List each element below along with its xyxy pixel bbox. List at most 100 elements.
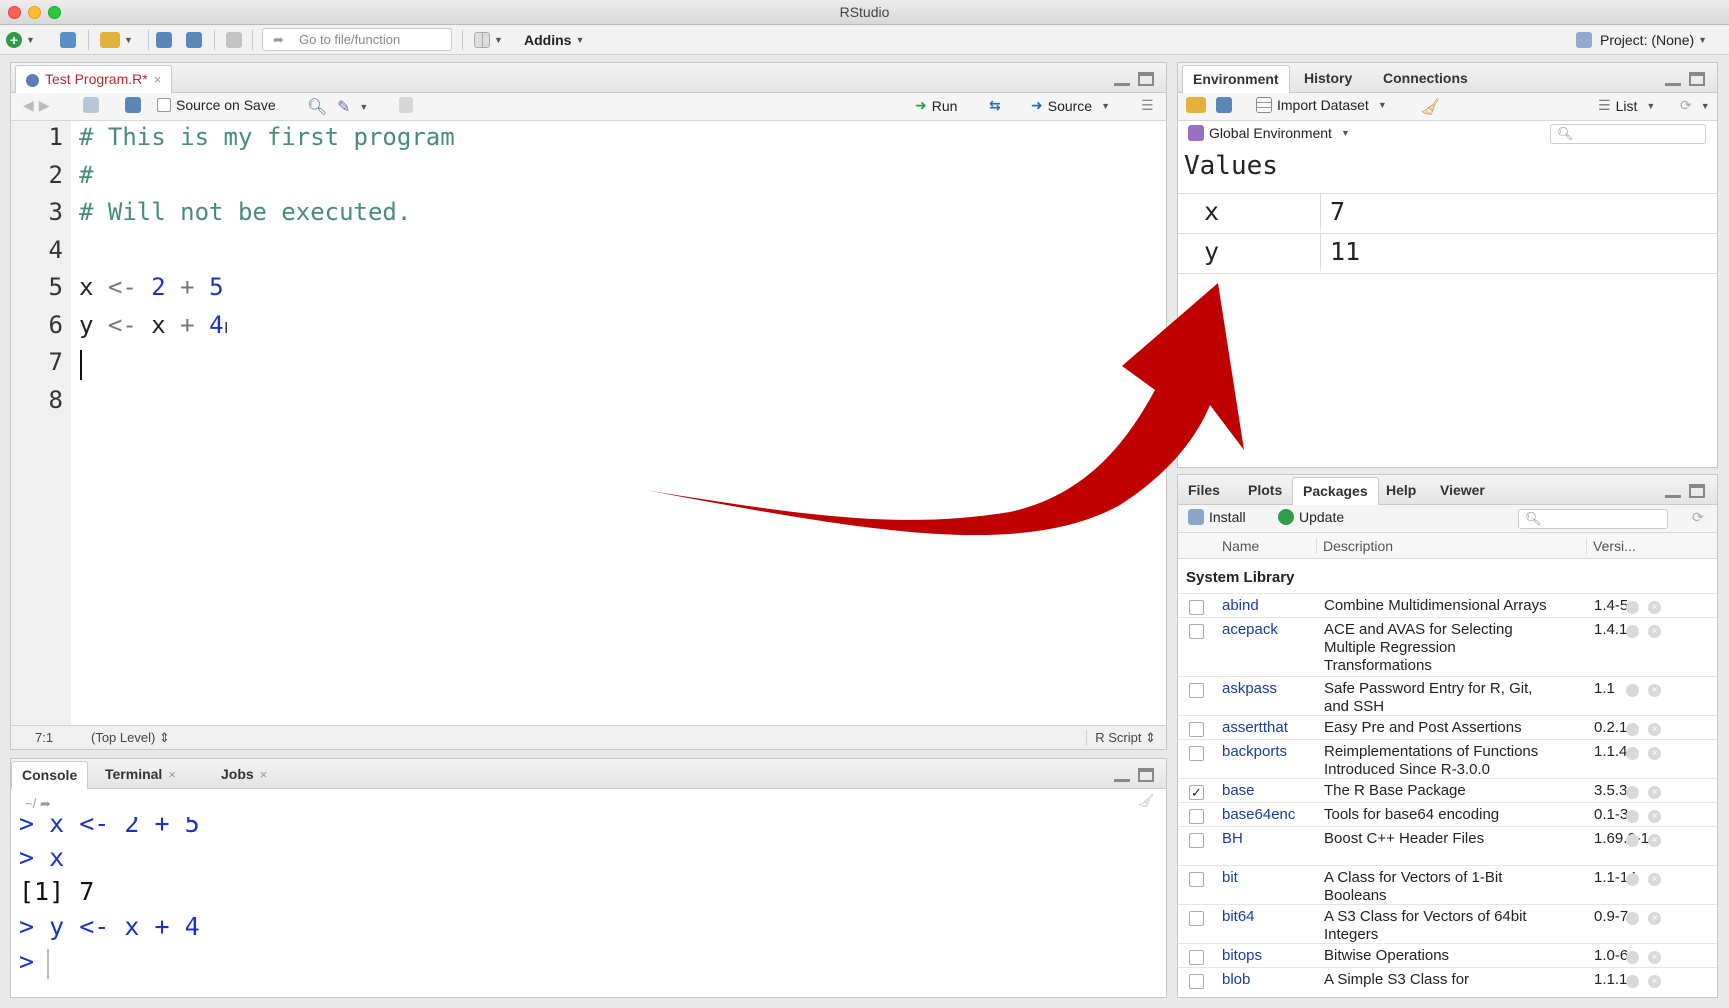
package-load-checkbox[interactable]	[1189, 746, 1204, 761]
document-outline-button[interactable]: ☰	[1141, 97, 1154, 114]
packages-search-input[interactable]: 🔍︎	[1518, 509, 1668, 529]
minimize-pane-icon[interactable]	[1665, 484, 1681, 498]
remove-package-icon[interactable]: ×	[1648, 951, 1661, 964]
package-load-checkbox[interactable]	[1189, 809, 1204, 824]
new-file-button[interactable]: + ▼	[6, 29, 35, 51]
package-website-icon[interactable]	[1626, 810, 1639, 823]
install-packages-button[interactable]: Install	[1188, 509, 1246, 525]
package-website-icon[interactable]	[1626, 625, 1639, 638]
minimize-pane-icon[interactable]	[1114, 72, 1130, 86]
save-all-button[interactable]	[186, 29, 202, 51]
tab-files[interactable]: Files	[1178, 477, 1230, 505]
back-arrow-icon[interactable]: ◀	[23, 97, 34, 114]
find-button[interactable]: 🔍︎	[307, 97, 327, 117]
remove-package-icon[interactable]: ×	[1648, 684, 1661, 697]
package-name-link[interactable]: backports	[1222, 743, 1287, 760]
save-button[interactable]	[156, 29, 172, 51]
package-website-icon[interactable]	[1626, 786, 1639, 799]
maximize-pane-icon[interactable]	[1138, 768, 1154, 782]
package-load-checkbox[interactable]	[1189, 683, 1204, 698]
maximize-pane-icon[interactable]	[1689, 484, 1705, 498]
remove-package-icon[interactable]: ×	[1648, 834, 1661, 847]
remove-package-icon[interactable]: ×	[1648, 912, 1661, 925]
package-name-link[interactable]: bitops	[1222, 947, 1262, 964]
maximize-pane-icon[interactable]	[1138, 72, 1154, 86]
scope-selector[interactable]: (Top Level) ⇕	[91, 730, 170, 746]
addins-menu[interactable]: Addins ▼	[524, 29, 584, 51]
package-website-icon[interactable]	[1626, 873, 1639, 886]
open-file-button[interactable]: ▼	[100, 29, 133, 51]
compile-report-button[interactable]	[399, 97, 413, 113]
remove-package-icon[interactable]: ×	[1648, 601, 1661, 614]
package-name-link[interactable]: blob	[1222, 971, 1250, 988]
new-project-button[interactable]	[60, 29, 76, 51]
refresh-packages-button[interactable]: ⟳	[1692, 509, 1704, 526]
editor-save-button[interactable]	[125, 97, 141, 113]
refresh-environment-button[interactable]: ⟳ ▼	[1680, 97, 1710, 114]
show-in-window-button[interactable]	[83, 97, 99, 113]
environment-scope-menu[interactable]: Global Environment ▼	[1188, 125, 1350, 141]
source-button[interactable]: ➜ Source ▼	[1031, 97, 1110, 114]
tab-environment[interactable]: Environment	[1182, 65, 1290, 93]
tab-history[interactable]: History	[1294, 65, 1362, 93]
package-load-checkbox[interactable]	[1189, 974, 1204, 989]
package-name-link[interactable]: abind	[1222, 597, 1259, 614]
tab-console[interactable]: Console	[11, 761, 89, 789]
code-tools-button[interactable]: ✎ ▼	[337, 97, 368, 117]
tab-plots[interactable]: Plots	[1238, 477, 1292, 505]
remove-package-icon[interactable]: ×	[1648, 747, 1661, 760]
column-name[interactable]: Name	[1222, 538, 1259, 554]
package-website-icon[interactable]	[1626, 912, 1639, 925]
package-name-link[interactable]: askpass	[1222, 680, 1277, 697]
remove-package-icon[interactable]: ×	[1648, 873, 1661, 886]
remove-package-icon[interactable]: ×	[1648, 723, 1661, 736]
package-name-link[interactable]: acepack	[1222, 621, 1278, 638]
package-load-checkbox[interactable]	[1189, 600, 1204, 615]
goto-file-function-input[interactable]: ➦ Go to file/function	[262, 28, 452, 51]
package-name-link[interactable]: bit	[1222, 869, 1238, 886]
remove-package-icon[interactable]: ×	[1648, 786, 1661, 799]
source-on-save-toggle[interactable]: Source on Save	[157, 97, 276, 113]
close-jobs-icon[interactable]: ×	[260, 767, 268, 782]
run-button[interactable]: ➜ Run	[915, 97, 957, 114]
save-workspace-button[interactable]	[1216, 97, 1232, 113]
print-button[interactable]	[226, 29, 242, 51]
package-load-checkbox[interactable]	[1189, 911, 1204, 926]
tab-connections[interactable]: Connections	[1373, 65, 1478, 93]
view-mode-menu[interactable]: ☰ List ▼	[1598, 97, 1655, 114]
maximize-pane-icon[interactable]	[1689, 72, 1705, 86]
tab-test-program[interactable]: Test Program.R* ×	[15, 65, 173, 93]
minimize-pane-icon[interactable]	[1114, 768, 1130, 782]
tab-terminal[interactable]: Terminal ×	[95, 761, 186, 789]
package-load-checkbox[interactable]	[1189, 833, 1204, 848]
tab-jobs[interactable]: Jobs ×	[211, 761, 277, 789]
source-on-save-checkbox[interactable]	[157, 98, 171, 112]
close-tab-icon[interactable]: ×	[154, 72, 162, 87]
package-website-icon[interactable]	[1626, 723, 1639, 736]
forward-arrow-icon[interactable]: ▶	[39, 97, 50, 114]
clear-workspace-button[interactable]: 🧹︎	[1420, 97, 1440, 117]
package-load-checkbox[interactable]	[1189, 950, 1204, 965]
package-website-icon[interactable]	[1626, 747, 1639, 760]
package-load-checkbox[interactable]	[1189, 872, 1204, 887]
update-packages-button[interactable]: Update	[1278, 509, 1344, 525]
console-output[interactable]: > x <- 2 + 5 > x [1] 7 > y <- x + 4 >	[11, 817, 1166, 997]
package-load-checkbox[interactable]	[1189, 722, 1204, 737]
column-version[interactable]: Versi...	[1586, 538, 1636, 554]
project-menu[interactable]: Project: (None) ▼	[1576, 29, 1707, 51]
minimize-pane-icon[interactable]	[1665, 72, 1681, 86]
remove-package-icon[interactable]: ×	[1648, 810, 1661, 823]
environment-search-input[interactable]: 🔍︎	[1550, 124, 1706, 144]
package-load-checkbox[interactable]	[1189, 624, 1204, 639]
package-website-icon[interactable]	[1626, 951, 1639, 964]
minimize-window-button[interactable]	[28, 6, 41, 19]
package-name-link[interactable]: BH	[1222, 830, 1243, 847]
package-website-icon[interactable]	[1626, 684, 1639, 697]
tab-packages[interactable]: Packages	[1292, 477, 1379, 505]
clear-console-icon[interactable]: 🧹︎	[1137, 793, 1154, 809]
rerun-button[interactable]: ⇆	[989, 97, 1001, 114]
load-workspace-button[interactable]	[1186, 97, 1206, 113]
package-website-icon[interactable]	[1626, 601, 1639, 614]
variable-row[interactable]: x7	[1178, 193, 1717, 231]
package-name-link[interactable]: bit64	[1222, 908, 1255, 925]
